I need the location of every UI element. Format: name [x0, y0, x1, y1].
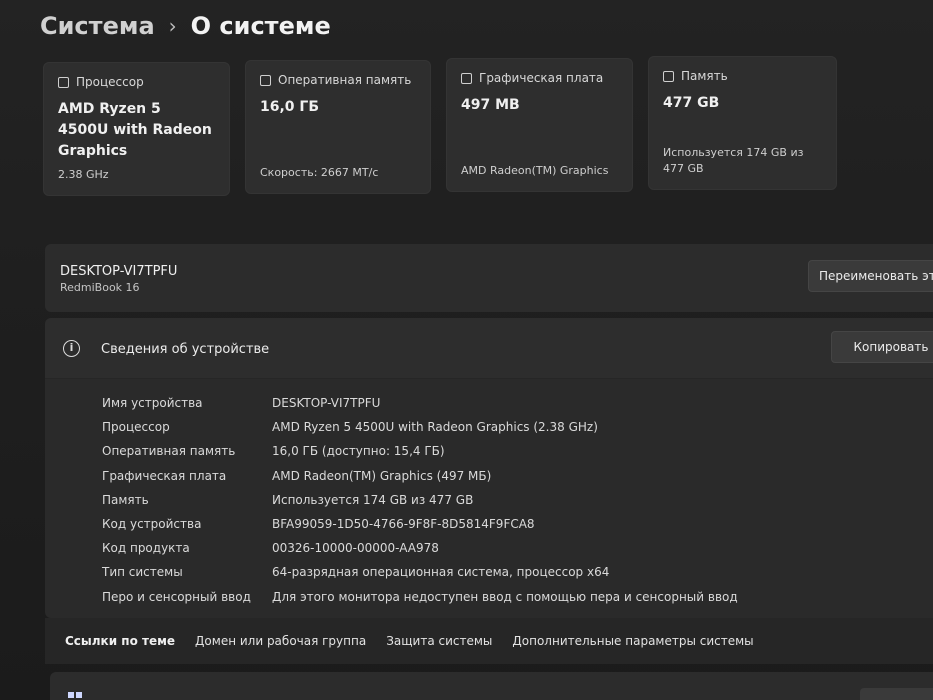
- windows-copy-button[interactable]: [860, 688, 933, 700]
- about-page: Система › О системе Процессор AMD Ryzen …: [0, 0, 933, 700]
- device-specs-header[interactable]: i Сведения об устройстве Копировать: [45, 318, 933, 379]
- spec-value: Используется 174 GB из 477 GB: [272, 492, 474, 507]
- spec-row: Память Используется 174 GB из 477 GB: [102, 488, 738, 512]
- windows-spec-card: [50, 672, 933, 700]
- card-title: Оперативная память: [278, 73, 412, 87]
- device-name: DESKTOP-VI7TPFU: [60, 264, 178, 279]
- spec-label: Графическая плата: [102, 468, 227, 483]
- card-sub: 2.38 GHz: [58, 168, 109, 181]
- breadcrumb: Система › О системе: [40, 12, 331, 40]
- card-value: AMD Ryzen 5 4500U with Radeon Graphics: [58, 101, 212, 159]
- copy-button[interactable]: Копировать: [831, 331, 933, 363]
- spec-value: Для этого монитора недоступен ввод с пом…: [272, 589, 738, 604]
- spec-label: Память: [102, 492, 149, 507]
- card-sub: AMD Radeon(TM) Graphics: [461, 164, 609, 177]
- device-rename-bar: DESKTOP-VI7TPFU RedmiBook 16 Переименова…: [45, 244, 933, 312]
- spec-row: Перо и сенсорный ввод Для этого монитора …: [102, 585, 738, 609]
- chevron-right-icon: ›: [168, 14, 177, 38]
- spec-row: Код устройства BFA99059-1D50-4766-9F8F-8D…: [102, 512, 738, 536]
- card-title: Память: [681, 69, 728, 83]
- spec-label: Оперативная память: [102, 444, 236, 459]
- link-system-protection[interactable]: Защита системы: [386, 634, 492, 648]
- card-sub: Используется 174 GB из 477 GB: [663, 146, 804, 175]
- spec-card-processor: Процессор AMD Ryzen 5 4500U with Radeon …: [43, 62, 230, 196]
- spec-table: Имя устройства DESKTOP-VI7TPFU Процессор A…: [102, 391, 738, 609]
- gpu-icon: [461, 72, 472, 84]
- card-title: Процессор: [76, 75, 144, 89]
- card-title: Графическая плата: [479, 71, 604, 85]
- spec-row: Код продукта 00326-10000-00000-AA978: [102, 536, 738, 560]
- device-specs-panel: i Сведения об устройстве Копировать Имя …: [45, 318, 933, 618]
- windows-logo-icon: [68, 692, 82, 700]
- spec-row: Графическая плата AMD Radeon(TM) Graphics…: [102, 464, 738, 488]
- spec-row: Процессор AMD Ryzen 5 4500U with Radeon G…: [102, 415, 738, 439]
- ram-icon: [260, 74, 271, 86]
- spec-label: Имя устройства: [102, 396, 203, 411]
- spec-value: 16,0 ГБ (доступно: 15,4 ГБ): [272, 444, 445, 459]
- spec-row: Оперативная память 16,0 ГБ (доступно: 15,…: [102, 439, 738, 463]
- spec-label: Код устройства: [102, 517, 202, 532]
- spec-card-storage: Память 477 GB Используется 174 GB из 477…: [648, 56, 837, 190]
- card-value: 497 MB: [461, 97, 520, 113]
- spec-value: DESKTOP-VI7TPFU: [272, 396, 381, 411]
- device-model: RedmiBook 16: [60, 281, 140, 294]
- spec-card-ram: Оперативная память 16,0 ГБ Скорость: 266…: [245, 60, 431, 194]
- info-icon: i: [63, 340, 80, 357]
- device-specs-title: Сведения об устройстве: [101, 342, 270, 357]
- cpu-icon: [58, 76, 69, 88]
- card-sub: Скорость: 2667 МТ/с: [260, 166, 379, 179]
- spec-card-gpu: Графическая плата 497 MB AMD Radeon(TM) …: [446, 58, 633, 192]
- spec-value: AMD Radeon(TM) Graphics (497 МБ): [272, 468, 492, 483]
- storage-icon: [663, 70, 674, 82]
- spec-row: Имя устройства DESKTOP-VI7TPFU: [102, 391, 738, 415]
- link-advanced-system-settings[interactable]: Дополнительные параметры системы: [512, 634, 753, 648]
- related-links-title: Ссылки по теме: [65, 634, 176, 648]
- spec-label: Перо и сенсорный ввод: [102, 589, 251, 604]
- link-domain-workgroup[interactable]: Домен или рабочая группа: [195, 634, 366, 648]
- related-links: Ссылки по теме Домен или рабочая группа …: [45, 618, 933, 664]
- breadcrumb-system[interactable]: Система: [40, 12, 155, 40]
- spec-value: 00326-10000-00000-AA978: [272, 541, 439, 556]
- rename-button[interactable]: Переименовать эт: [808, 260, 933, 292]
- spec-label: Процессор: [102, 420, 170, 435]
- card-value: 477 GB: [663, 95, 720, 111]
- spec-label: Тип системы: [102, 565, 183, 580]
- spec-value: AMD Ryzen 5 4500U with Radeon Graphics (…: [272, 420, 598, 435]
- page-title: О системе: [190, 12, 331, 40]
- spec-value: 64-разрядная операционная система, проце…: [272, 565, 610, 580]
- spec-row: Тип системы 64-разрядная операционная сис…: [102, 560, 738, 584]
- spec-label: Код продукта: [102, 541, 190, 556]
- spec-value: BFA99059-1D50-4766-9F8F-8D5814F9FCA8: [272, 517, 535, 532]
- card-value: 16,0 ГБ: [260, 99, 320, 115]
